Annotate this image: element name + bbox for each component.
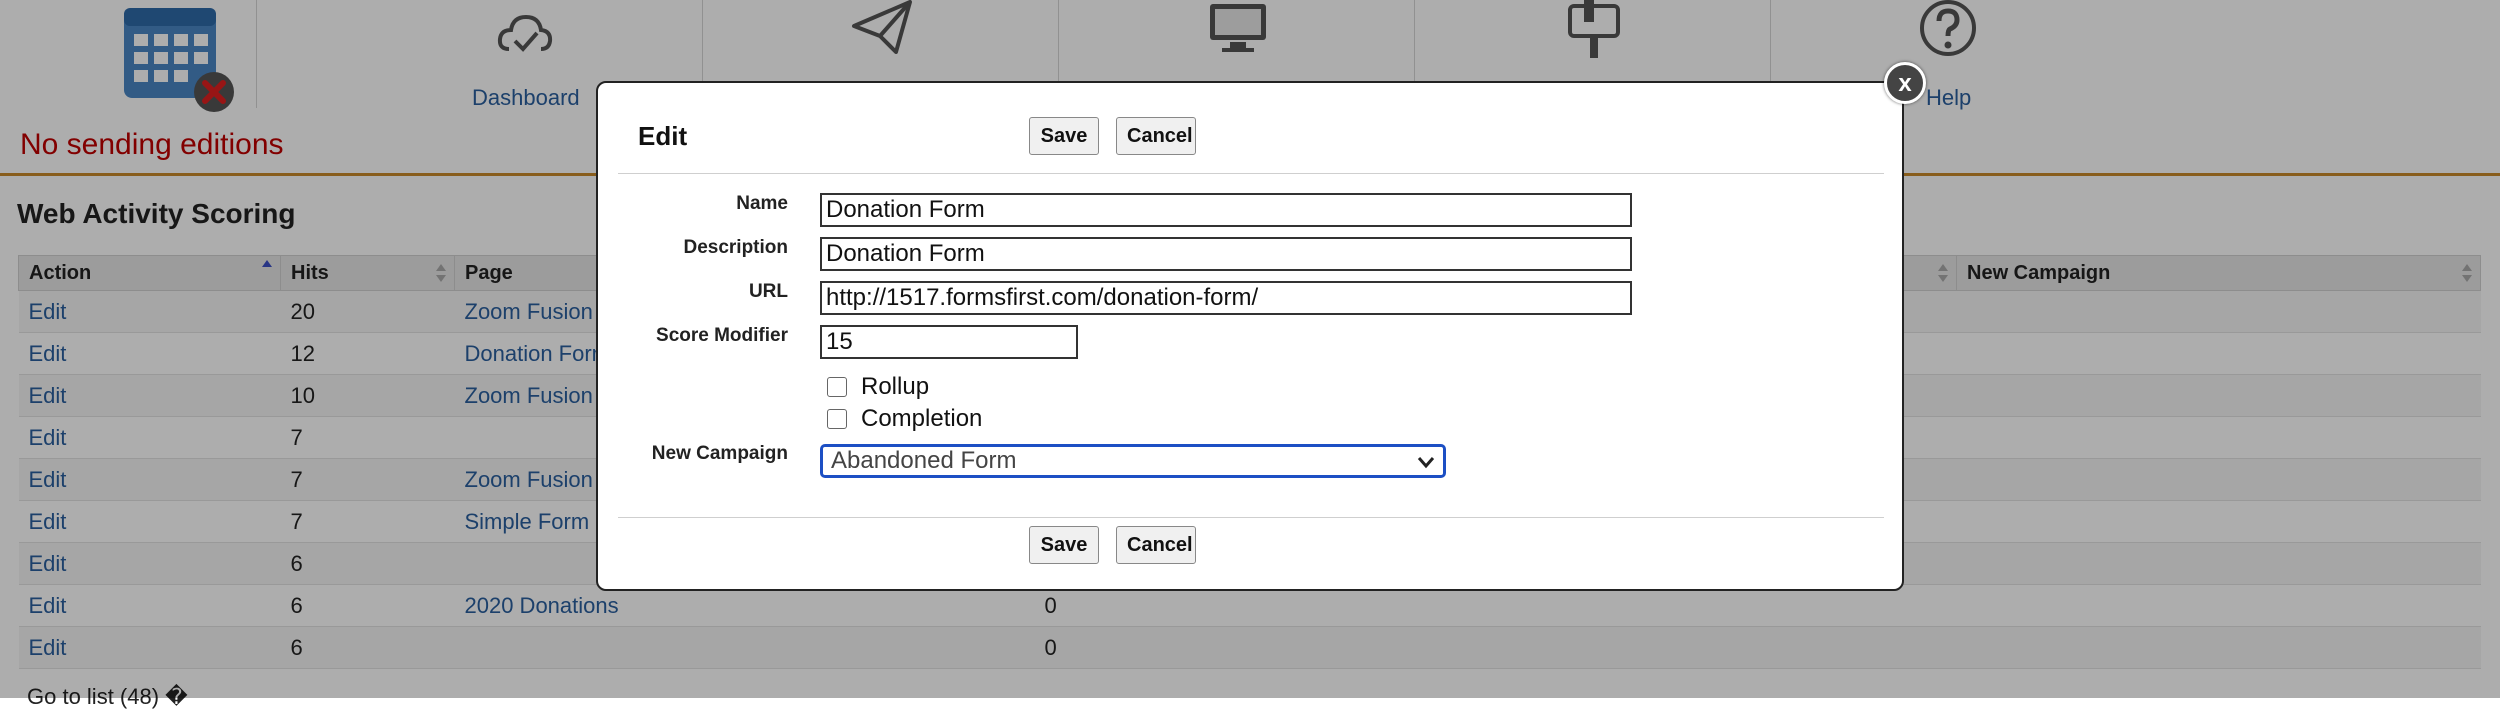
save-button[interactable]: Save	[1029, 117, 1099, 155]
score-modifier-field[interactable]	[820, 325, 1078, 359]
new-campaign-label: New Campaign	[651, 443, 788, 464]
rollup-label: Rollup	[861, 373, 930, 400]
rollup-option: Rollup	[827, 373, 929, 401]
edit-dialog: Edit Save Cancel Name Description URL Sc…	[596, 81, 1904, 591]
completion-label: Completion	[861, 405, 983, 432]
dialog-title: Edit	[638, 121, 688, 151]
dialog-divider	[618, 173, 1884, 174]
dialog-divider	[618, 517, 1884, 518]
url-field[interactable]	[820, 281, 1632, 315]
description-label: Description	[683, 237, 788, 258]
new-campaign-select[interactable]: Abandoned Form	[820, 444, 1446, 478]
name-label: Name	[736, 193, 788, 214]
rollup-checkbox[interactable]	[827, 377, 847, 397]
completion-option: Completion	[827, 405, 982, 433]
cancel-button[interactable]: Cancel	[1116, 117, 1196, 155]
url-label: URL	[748, 281, 788, 302]
score-modifier-label: Score Modifier	[656, 325, 788, 346]
chevron-down-icon	[1415, 451, 1437, 480]
selected-campaign: Abandoned Form	[831, 447, 1017, 474]
name-field[interactable]	[820, 193, 1632, 227]
cancel-button[interactable]: Cancel	[1116, 526, 1196, 564]
save-button[interactable]: Save	[1029, 526, 1099, 564]
close-dialog-button[interactable]: x	[1884, 62, 1926, 104]
description-field[interactable]	[820, 237, 1632, 271]
completion-checkbox[interactable]	[827, 409, 847, 429]
